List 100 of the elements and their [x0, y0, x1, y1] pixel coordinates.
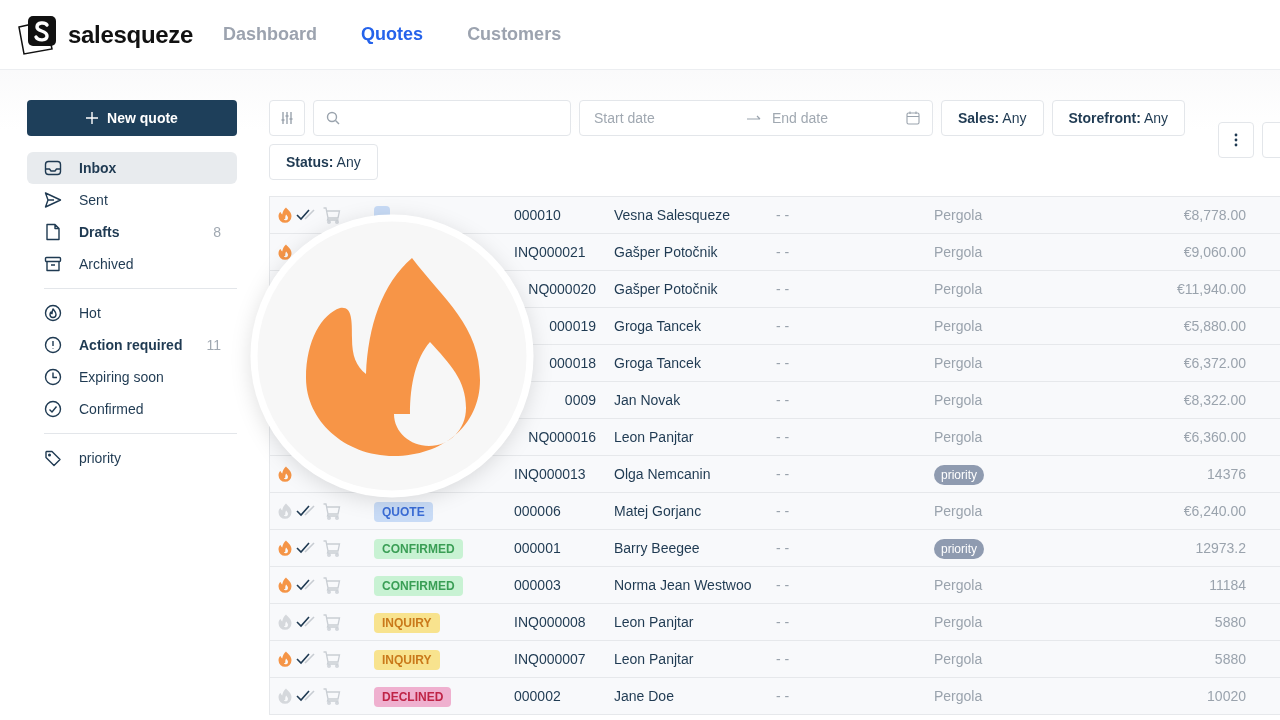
quote-number: NQ000020: [528, 281, 596, 297]
filter-chip[interactable]: Sales: Any: [941, 100, 1044, 136]
priority-tag: priority: [934, 465, 984, 485]
customer-name: Jan Novak: [614, 392, 681, 408]
table-cell: - -: [776, 244, 790, 260]
sidebar-label: Hot: [79, 305, 102, 321]
quote-number: 000006: [514, 503, 561, 519]
customer-name: Gašper Potočnik: [614, 281, 718, 297]
amount: €5,880.00: [1183, 318, 1246, 334]
amount: 14376: [1207, 466, 1246, 482]
brand-name: salesqueze: [68, 20, 194, 49]
tag-icon: [44, 449, 62, 467]
quote-number: 000019: [549, 318, 596, 334]
flame-icon[interactable]: [277, 614, 293, 630]
customer-name: Leon Panjtar: [614, 614, 694, 630]
cart-icon[interactable]: [323, 650, 341, 668]
sidebar-label: Inbox: [79, 160, 118, 176]
quote-number: INQ000007: [514, 651, 586, 667]
product-name: Pergola: [934, 614, 983, 630]
sidebar-item[interactable]: priority: [27, 442, 237, 474]
filter-chip[interactable]: Status: Any: [269, 144, 378, 180]
customer-name: Norma Jean Westwoo: [614, 577, 752, 593]
product-name: Pergola: [934, 281, 983, 297]
filter-chip[interactable]: Storefront: Any: [1051, 100, 1186, 136]
customer-name: Leon Panjtar: [614, 651, 694, 667]
cart-icon[interactable]: [323, 613, 341, 631]
sidebar-item[interactable]: Hot: [27, 297, 237, 329]
customer-name: Gašper Potočnik: [614, 244, 718, 260]
sidebar-item[interactable]: Sent: [27, 184, 237, 216]
hot-icon: [44, 304, 62, 322]
flame-icon[interactable]: [277, 651, 293, 667]
flame-icon[interactable]: [277, 688, 293, 704]
customer-name: Leon Panjtar: [614, 429, 694, 445]
sidebar-label: Expiring soon: [79, 369, 165, 385]
amount: €6,372.00: [1183, 355, 1246, 371]
amount: €8,778.00: [1183, 207, 1246, 223]
quote-number: INQ000021: [514, 244, 586, 260]
table-cell: - -: [776, 614, 790, 630]
sidebar-item[interactable]: Drafts 8: [27, 216, 237, 248]
cart-icon[interactable]: [323, 206, 341, 224]
new-quote-button[interactable]: New quote: [27, 100, 237, 136]
priority-tag: priority: [934, 539, 984, 559]
flame-icon[interactable]: [277, 577, 293, 593]
item-count: 8: [213, 224, 221, 240]
sidebar-item[interactable]: Action required 11: [27, 329, 237, 361]
drafts-icon: [44, 223, 62, 241]
table-cell: - -: [776, 355, 790, 371]
product-name: Pergola: [934, 355, 983, 371]
amount: €9,060.00: [1183, 244, 1246, 260]
start-date-field[interactable]: Start date: [592, 109, 738, 127]
clock-icon: [44, 368, 62, 386]
alert-icon: [44, 336, 62, 354]
flame-icon[interactable]: [277, 207, 293, 223]
logo-icon: [16, 14, 58, 55]
cart-icon[interactable]: [323, 539, 341, 557]
product-name: Pergola: [934, 577, 983, 593]
product-name: Pergola: [934, 318, 983, 334]
plus-icon: [86, 112, 99, 124]
sidebar-item[interactable]: Inbox: [27, 152, 237, 184]
customer-name: Jane Doe: [614, 688, 674, 704]
search-icon: [326, 111, 340, 125]
search-field[interactable]: [313, 100, 571, 136]
confirmed-icon: [44, 400, 62, 418]
customer-name: Vesna Salesqueze: [614, 207, 730, 223]
end-date-field[interactable]: End date: [770, 109, 898, 127]
quote-number: 000002: [514, 688, 561, 704]
table-cell: - -: [776, 688, 790, 704]
more-vertical-icon: [1234, 133, 1238, 147]
cart-icon[interactable]: [323, 576, 341, 594]
amount: 5880: [1214, 651, 1246, 667]
sidebar-label: Confirmed: [79, 401, 145, 417]
table-cell: - -: [776, 281, 790, 297]
flame-icon[interactable]: [277, 503, 293, 519]
quote-number: NQ000016: [528, 429, 596, 445]
sidebar-item[interactable]: Expiring soon: [27, 361, 237, 393]
table-cell: - -: [776, 392, 790, 408]
flame-icon[interactable]: [277, 244, 293, 260]
more-button[interactable]: [1218, 122, 1254, 158]
filter-settings-button[interactable]: [269, 100, 305, 136]
table-cell: - -: [776, 318, 790, 334]
table-cell: - -: [776, 207, 790, 223]
sidebar-item[interactable]: Archived: [27, 248, 237, 280]
table-cell: - -: [776, 429, 790, 445]
cart-icon[interactable]: [323, 687, 341, 705]
cart-icon[interactable]: [323, 502, 341, 520]
amount: 5880: [1214, 614, 1246, 630]
nav-tab[interactable]: Quotes: [361, 24, 424, 45]
sidebar-label: Action required: [79, 337, 184, 353]
amount: €8,322.00: [1183, 392, 1246, 408]
flame-icon[interactable]: [277, 540, 293, 556]
customer-name: Groga Tancek: [614, 318, 701, 334]
status-badge: DECLINED: [374, 687, 452, 707]
flame-icon[interactable]: [277, 466, 293, 482]
amount: €6,360.00: [1183, 429, 1246, 445]
sidebar-item[interactable]: Confirmed: [27, 393, 237, 425]
item-count: 11: [206, 337, 221, 353]
sidebar-label: Sent: [79, 192, 109, 208]
archive-icon: [44, 255, 62, 273]
table-cell: - -: [776, 503, 790, 519]
amount: €11,940.00: [1176, 281, 1246, 297]
